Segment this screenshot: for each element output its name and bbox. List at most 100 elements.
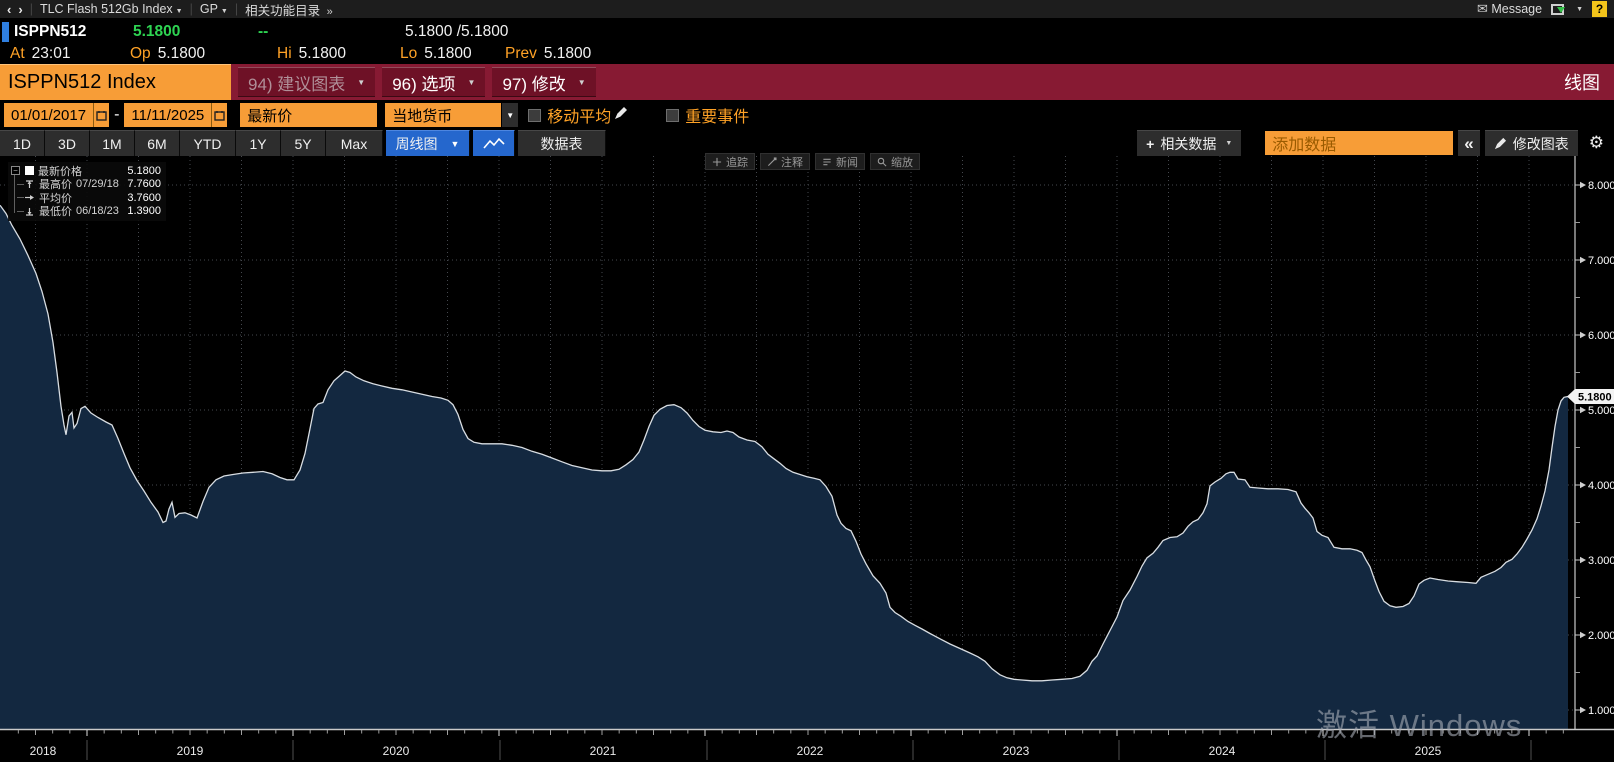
tab-3d[interactable]: 3D <box>45 130 90 156</box>
line-chart-icon-button[interactable] <box>473 130 515 156</box>
window-panel-icon[interactable] <box>1551 4 1564 15</box>
svg-text:2025: 2025 <box>1415 744 1442 758</box>
tab-1m[interactable]: 1M <box>90 130 135 156</box>
legend-row-low[interactable]: 最低价 06/18/23 1.3900 <box>11 205 161 219</box>
related-data-button[interactable]: +相关数据▼ <box>1137 130 1241 156</box>
last-price: 5.1800 <box>133 23 180 41</box>
edit-chart-button[interactable]: 修改图表 <box>1485 130 1578 156</box>
calendar-icon[interactable] <box>93 103 109 127</box>
chevron-down-icon: ▼ <box>357 78 365 87</box>
chart-legend[interactable]: − 最新价格 5.1800 最高价 07/29/18 7.7600 平均价 3.… <box>8 162 166 221</box>
suggested-charts-button[interactable]: 94) 建议图表▼ <box>238 67 375 97</box>
price-source-select[interactable]: 最新价 <box>240 103 377 127</box>
price-change: -- <box>258 23 268 41</box>
crosshair-icon <box>712 157 722 167</box>
svg-text:6.0000: 6.0000 <box>1588 330 1614 342</box>
line-chart-icon <box>483 137 505 150</box>
legend-row-average[interactable]: 平均价 3.7600 <box>11 191 161 205</box>
annotate-button[interactable]: 注释 <box>760 153 810 170</box>
low-marker-icon <box>24 206 35 217</box>
average-marker-icon <box>24 192 35 203</box>
tab-1y[interactable]: 1Y <box>236 130 281 156</box>
chevron-down-icon[interactable]: ▼ <box>1576 6 1583 13</box>
tab-5y[interactable]: 5Y <box>281 130 326 156</box>
plus-icon: + <box>1146 136 1154 152</box>
top-menu-bar: ‹ › | TLC Flash 512Gb Index▼ | GP▼ | 相关功… <box>0 0 1614 19</box>
forward-icon[interactable]: › <box>18 2 22 17</box>
edit-button[interactable]: 97) 修改▼ <box>492 67 595 97</box>
legend-tree-stub <box>17 184 24 185</box>
open-price: Op5.1800 <box>130 45 205 63</box>
tab-1d[interactable]: 1D <box>0 130 45 156</box>
news-icon <box>822 157 832 167</box>
ticker-symbol: ISPPN512 <box>14 23 86 41</box>
price-series <box>0 205 1568 729</box>
tab-6m[interactable]: 6M <box>135 130 180 156</box>
svg-text:8.0000: 8.0000 <box>1588 180 1614 192</box>
svg-text:5.0000: 5.0000 <box>1588 405 1614 417</box>
date-range-dash: - <box>114 106 119 124</box>
date-from-input[interactable]: 01/01/2017 <box>4 103 93 127</box>
chevron-down-icon: ▼ <box>1225 140 1232 147</box>
svg-text:1.0000: 1.0000 <box>1588 705 1614 717</box>
settings-gear-icon[interactable]: ⚙ <box>1583 133 1610 153</box>
legend-value: 3.7600 <box>127 192 161 204</box>
calendar-icon[interactable] <box>211 103 227 127</box>
price-chart[interactable]: 1.0000 2.0000 3.0000 4.0000 5.0000 6.0000 7.00… <box>0 156 1614 762</box>
zoom-button[interactable]: 缩放 <box>870 153 920 170</box>
track-button[interactable]: 追踪 <box>705 153 755 170</box>
key-events-label: 重要事件 <box>685 103 749 127</box>
gp-menu[interactable]: GP▼ <box>200 2 228 16</box>
moving-average-checkbox[interactable] <box>528 109 541 122</box>
legend-row-last[interactable]: − 最新价格 5.1800 <box>11 164 161 178</box>
function-command-bar: ISPPN512 Index 94) 建议图表▼ 96) 选项▼ 97) 修改▼… <box>0 64 1614 100</box>
svg-text:7.0000: 7.0000 <box>1588 255 1614 267</box>
divider: | <box>30 2 33 16</box>
legend-row-high[interactable]: 最高价 07/29/18 7.7600 <box>11 178 161 192</box>
magnifier-icon <box>877 157 887 167</box>
svg-text:2024: 2024 <box>1209 744 1236 758</box>
currency-select[interactable]: 当地货币 <box>385 103 501 127</box>
legend-date: 06/18/23 <box>76 205 119 217</box>
chevron-down-icon: ▼ <box>578 78 586 87</box>
related-functions-menu[interactable]: 相关功能目录 » <box>245 0 333 19</box>
security-title-menu[interactable]: TLC Flash 512Gb Index▼ <box>40 2 183 16</box>
svg-text:3.0000: 3.0000 <box>1588 555 1614 567</box>
chevrons-icon: » <box>327 6 333 18</box>
collapse-tree-icon[interactable]: − <box>11 166 20 175</box>
message-button[interactable]: ✉ Message <box>1477 2 1542 17</box>
legend-date: 07/29/18 <box>76 178 119 190</box>
pencil-icon[interactable] <box>614 106 628 125</box>
y-axis-labels: 1.0000 2.0000 3.0000 4.0000 5.0000 6.0000 7.00… <box>1575 180 1614 717</box>
svg-text:4.0000: 4.0000 <box>1588 480 1614 492</box>
back-icon[interactable]: ‹ <box>7 2 11 17</box>
security-color-marker <box>2 22 9 42</box>
svg-text:2022: 2022 <box>797 744 824 758</box>
tab-max[interactable]: Max <box>326 130 383 156</box>
legend-value: 7.7600 <box>127 178 161 190</box>
key-events-checkbox[interactable] <box>666 109 679 122</box>
plot-toolbar: 追踪 注释 新闻 缩放 <box>705 153 920 170</box>
frequency-select[interactable]: 周线图▼ <box>386 130 470 156</box>
svg-text:2021: 2021 <box>590 744 617 758</box>
bid-ask: 5.1800 /5.1800 <box>405 23 508 41</box>
svg-text:2023: 2023 <box>1003 744 1030 758</box>
high-marker-icon <box>24 179 35 190</box>
tab-ytd[interactable]: YTD <box>180 130 236 156</box>
collapse-button[interactable]: « <box>1458 130 1479 156</box>
x-axis-labels: 20182019202020212022202320242025 <box>30 740 1531 760</box>
svg-text:5.1800: 5.1800 <box>1578 392 1612 404</box>
options-button[interactable]: 96) 选项▼ <box>382 67 485 97</box>
help-button[interactable]: ? <box>1592 1 1607 17</box>
ticker-input[interactable]: ISPPN512 Index <box>0 64 231 100</box>
moving-average-label: 移动平均 <box>547 103 611 127</box>
chevron-down-icon: ▼ <box>451 139 460 149</box>
data-table-button[interactable]: 数据表 <box>518 130 606 156</box>
svg-text:2.0000: 2.0000 <box>1588 630 1614 642</box>
chevron-down-icon[interactable]: ▼ <box>501 103 518 127</box>
date-to-input[interactable]: 11/11/2025 <box>124 103 211 127</box>
last-price-marker: 5.1800 <box>1567 389 1614 404</box>
add-data-input[interactable]: 添加数据 <box>1265 131 1453 155</box>
news-button[interactable]: 新闻 <box>815 153 865 170</box>
legend-label: 最低价 <box>39 203 72 219</box>
